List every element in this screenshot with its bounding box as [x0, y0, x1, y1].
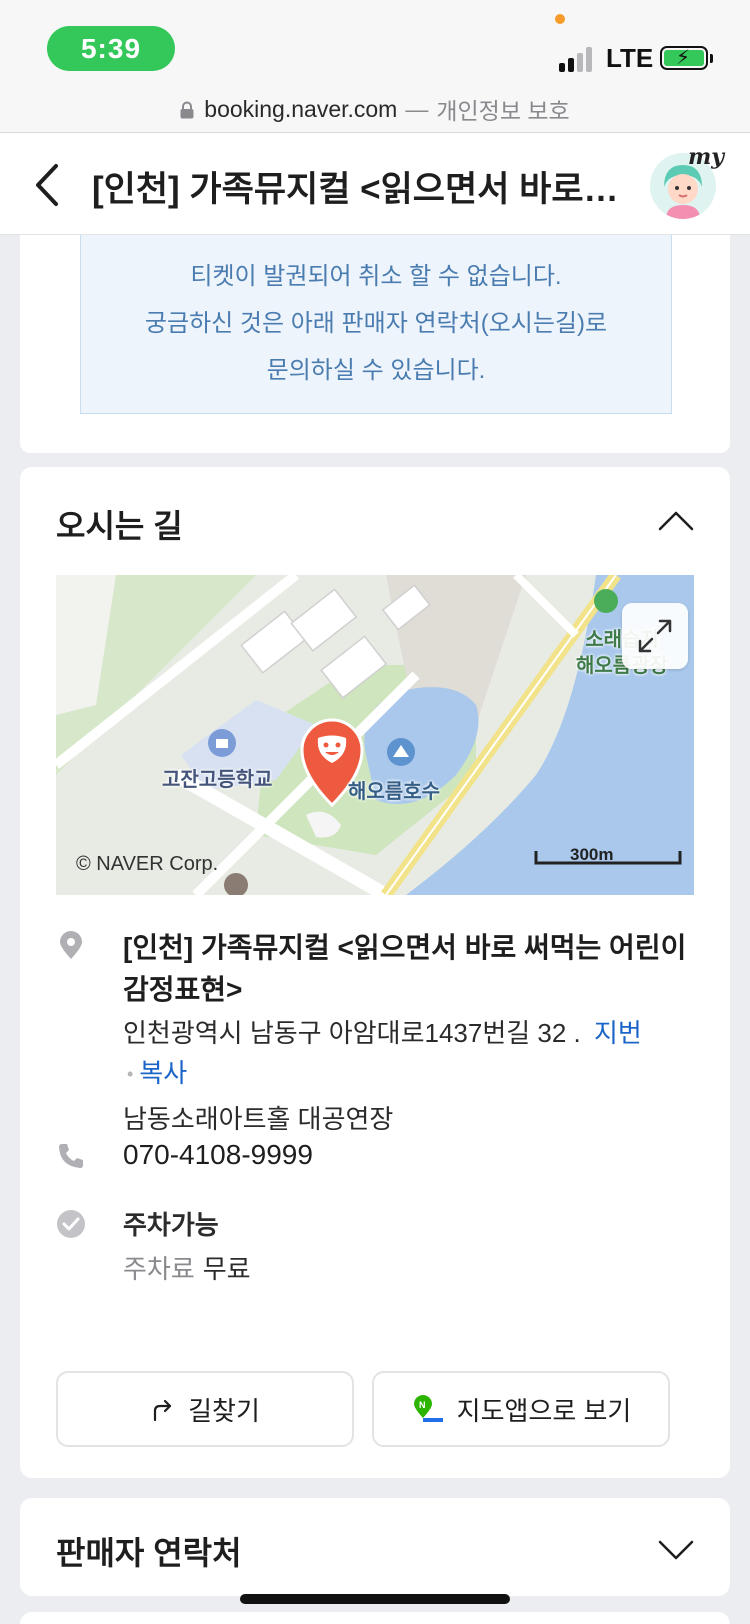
map-label-lake: 해오름호수: [348, 781, 440, 803]
parking-fee: 주차료 무료: [123, 1249, 251, 1289]
map-scale-label: 300m: [570, 845, 614, 864]
chevron-up-icon[interactable]: [656, 507, 696, 533]
status-time: 5:39: [47, 26, 175, 71]
page-header: [인천] 가족뮤지컬 <읽으면서 바로 써먹는 어린이 감정표현>: [0, 132, 750, 235]
network-type: LTE: [606, 43, 654, 73]
phone-number[interactable]: 070-4108-9999: [123, 1135, 313, 1175]
location-map[interactable]: 고잔고등학교 해오름호수 소래습지해오름광장 © NAVER Corp. 300…: [56, 575, 694, 895]
expand-icon: [638, 619, 672, 653]
back-arrow-icon[interactable]: [30, 160, 66, 210]
address-line: 인천광역시 남동구 아암대로1437번길 32 . 지번: [123, 1013, 642, 1053]
url-privacy-label: 개인정보 보호: [436, 98, 570, 124]
parking-title: 주차가능: [123, 1210, 219, 1240]
battery-icon: ⚡: [660, 46, 708, 70]
notice-card: 티켓이 발권되어 취소 할 수 없습니다. 궁금하신 것은 아래 판매자 연락처…: [20, 235, 730, 453]
next-card-edge: [20, 1612, 730, 1624]
parking-fee-value: 무료: [202, 1254, 251, 1284]
phone-icon: [59, 1144, 83, 1168]
check-circle-icon: [57, 1210, 85, 1238]
home-indicator[interactable]: [240, 1594, 510, 1604]
seller-contact-title: 판매자 연락처: [56, 1535, 242, 1571]
privacy-indicator-dot: [555, 14, 565, 24]
address-copy-line: • 복사: [123, 1053, 187, 1096]
notice-line: 궁금하신 것은 아래 판매자 연락처(오시는길)로: [144, 309, 608, 337]
notice-line: 티켓이 발권되어 취소 할 수 없습니다.: [190, 262, 562, 290]
open-map-app-label: 지도앱으로 보기: [456, 1395, 632, 1426]
directions-card: 오시는 길 고잔고등학교 해오름호수 해오름광장 © NAVER Corp. 3…: [20, 467, 730, 1478]
seller-contact-card[interactable]: 판매자 연락처: [20, 1498, 730, 1596]
url-separator: —: [405, 95, 429, 122]
turn-arrow-icon: [154, 1399, 172, 1422]
lock-icon: [180, 101, 194, 119]
venue-place: 남동소래아트홀 대공연장: [123, 1104, 394, 1134]
page-title: [인천] 가족뮤지컬 <읽으면서 바로 써먹는 어린이 감정표현>: [92, 170, 622, 209]
svg-text:N: N: [419, 1400, 426, 1410]
chevron-down-icon[interactable]: [656, 1536, 696, 1562]
directions-title: 오시는 길: [56, 508, 183, 544]
signal-icon: [559, 44, 599, 72]
dot-separator: •: [127, 1064, 134, 1084]
address-text: 인천광역시 남동구 아암대로1437번길 32 .: [123, 1018, 581, 1048]
jibun-link[interactable]: 지번: [594, 1018, 642, 1048]
url-domain: booking.naver.com: [204, 95, 398, 122]
location-pin-icon: [60, 931, 82, 959]
venue-info-row: [인천] 가족뮤지컬 <읽으면서 바로 써먹는 어린이 감정표현> 인천광역시 …: [56, 927, 696, 1134]
my-badge: my: [688, 144, 725, 170]
url-bar[interactable]: booking.naver.com — 개인정보 보호: [0, 86, 750, 132]
battery-tip: [710, 54, 713, 63]
phone-row[interactable]: 070-4108-9999: [56, 1135, 696, 1179]
venue-name: [인천] 가족뮤지컬 <읽으면서 바로 써먹는 어린이 감정표현>: [123, 932, 687, 1005]
copy-address-link[interactable]: 복사: [139, 1058, 187, 1088]
route-button-label: 길찾기: [188, 1395, 260, 1426]
map-expand-button[interactable]: [622, 603, 688, 669]
parking-fee-label: 주차료: [123, 1254, 195, 1284]
map-label-school: 고잔고등학교: [162, 769, 273, 791]
map-copyright: © NAVER Corp.: [76, 853, 219, 875]
status-bar: 5:39 LTE ⚡: [0, 0, 750, 86]
route-button[interactable]: 길찾기: [56, 1371, 354, 1447]
open-map-app-button[interactable]: N 지도앱으로 보기: [372, 1371, 670, 1447]
naver-map-icon: N: [413, 1395, 443, 1422]
notice-box: 티켓이 발권되어 취소 할 수 없습니다. 궁금하신 것은 아래 판매자 연락처…: [80, 235, 672, 414]
notice-line: 문의하실 수 있습니다.: [266, 356, 486, 384]
parking-row: 주차가능 주차료 무료: [56, 1205, 696, 1295]
